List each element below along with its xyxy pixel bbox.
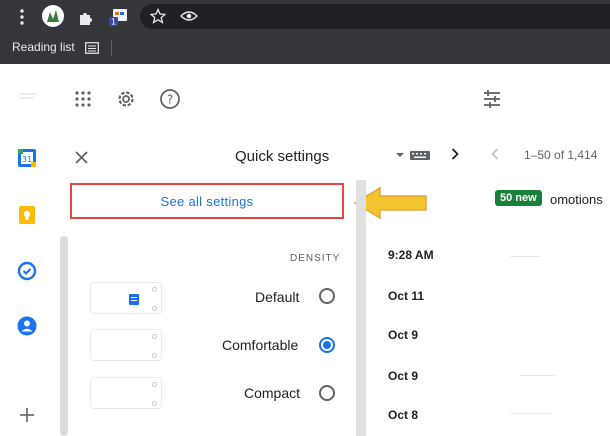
extensions-puzzle-icon[interactable] bbox=[76, 7, 96, 27]
bookmarks-divider bbox=[111, 40, 112, 56]
density-compact-radio[interactable] bbox=[319, 385, 335, 401]
contacts-app-icon[interactable] bbox=[16, 315, 38, 337]
side-app-rail bbox=[0, 128, 56, 436]
mail-row-snippet-faint bbox=[520, 375, 555, 376]
density-option-label[interactable]: Compact bbox=[244, 385, 300, 401]
density-section-label: DENSITY bbox=[290, 253, 341, 264]
screenshot-root: 1 Reading list ? 31 Quick settings See a… bbox=[0, 0, 610, 436]
density-comfortable-preview[interactable] bbox=[90, 329, 162, 361]
profile-avatar-icon[interactable] bbox=[42, 5, 64, 27]
panel-title: Quick settings bbox=[235, 148, 330, 165]
app-logo-faint-icon bbox=[16, 90, 40, 102]
inbox-preview-icon bbox=[129, 294, 139, 305]
chevron-left-icon[interactable] bbox=[486, 145, 504, 163]
apps-grid-icon[interactable] bbox=[72, 88, 94, 110]
reading-list-label[interactable]: Reading list bbox=[12, 40, 75, 54]
pagination-label[interactable]: 1–50 of 1,414 bbox=[524, 148, 597, 162]
new-count-badge: 50 new bbox=[495, 190, 542, 206]
panel-scrollbar[interactable] bbox=[60, 236, 68, 436]
svg-text:31: 31 bbox=[22, 155, 32, 164]
see-all-settings-label: See all settings bbox=[160, 193, 254, 209]
input-tools-dropdown-icon[interactable] bbox=[393, 148, 433, 162]
tasks-app-icon[interactable] bbox=[16, 260, 38, 282]
search-options-tune-icon[interactable] bbox=[480, 87, 504, 111]
promotions-tab-label[interactable]: omotions bbox=[550, 192, 603, 207]
density-default-radio[interactable] bbox=[319, 288, 335, 304]
settings-gear-icon[interactable] bbox=[114, 87, 138, 111]
density-compact-preview[interactable] bbox=[90, 377, 162, 409]
mail-row-date[interactable]: Oct 9 bbox=[388, 328, 418, 342]
panel-edge-scrollbar[interactable] bbox=[356, 180, 366, 436]
mail-row-date[interactable]: 9:28 AM bbox=[388, 248, 434, 262]
calendar-app-icon[interactable]: 31 bbox=[16, 147, 38, 169]
extension-calendar-icon[interactable]: 1 bbox=[106, 6, 130, 28]
mail-row-snippet-faint bbox=[510, 413, 550, 414]
reading-list-icon[interactable] bbox=[84, 40, 100, 56]
density-option-label[interactable]: Default bbox=[255, 289, 299, 305]
add-app-plus-icon[interactable] bbox=[17, 405, 37, 425]
bookmark-star-icon[interactable] bbox=[148, 6, 168, 26]
svg-text:?: ? bbox=[167, 93, 173, 107]
address-bar[interactable] bbox=[140, 4, 610, 29]
mail-row-date[interactable]: Oct 8 bbox=[388, 408, 418, 422]
density-comfortable-radio[interactable] bbox=[319, 337, 335, 353]
more-menu-icon[interactable] bbox=[14, 7, 30, 27]
mail-row-date[interactable]: Oct 9 bbox=[388, 369, 418, 383]
close-icon[interactable] bbox=[71, 147, 91, 167]
density-default-preview[interactable] bbox=[90, 282, 162, 314]
svg-text:1: 1 bbox=[111, 18, 116, 27]
mail-row-date[interactable]: Oct 11 bbox=[388, 289, 424, 303]
site-info-eye-icon[interactable] bbox=[178, 6, 200, 26]
mail-row-snippet-faint bbox=[510, 256, 540, 257]
chevron-right-icon[interactable] bbox=[446, 145, 464, 163]
see-all-settings-button[interactable]: See all settings bbox=[70, 183, 344, 219]
density-option-label[interactable]: Comfortable bbox=[222, 337, 298, 353]
keep-app-icon[interactable] bbox=[16, 204, 38, 226]
help-icon[interactable]: ? bbox=[158, 87, 182, 111]
